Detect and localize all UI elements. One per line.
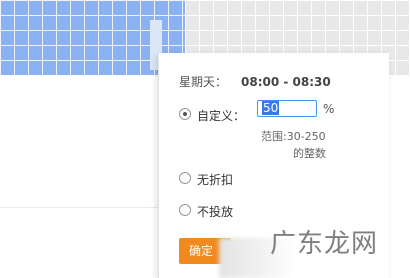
- discount-percent-input[interactable]: 50: [257, 100, 317, 117]
- time-range: 08:00 - 08:30: [241, 75, 331, 89]
- range-hint: 范围:30-250 的整数: [261, 128, 326, 162]
- no-discount-label: 无折扣: [197, 173, 234, 187]
- custom-radio[interactable]: [179, 108, 191, 120]
- watermark-text: 广东龙网: [270, 229, 379, 259]
- no-discount-radio[interactable]: [179, 172, 191, 184]
- percent-sign: %: [323, 102, 335, 116]
- custom-label: 自定义：: [197, 109, 246, 123]
- input-selected-text: 50: [262, 101, 280, 115]
- content-area: [0, 75, 160, 270]
- time-slot-header: 星期天： 08:00 - 08:30: [179, 73, 331, 90]
- day-label: 星期天：: [179, 75, 228, 89]
- hint-line-2: 的整数: [293, 147, 326, 160]
- no-serve-label: 不投放: [197, 205, 234, 219]
- no-serve-radio[interactable]: [179, 204, 191, 216]
- hint-line-1: 范围:30-250: [261, 130, 326, 143]
- divider: [0, 207, 160, 208]
